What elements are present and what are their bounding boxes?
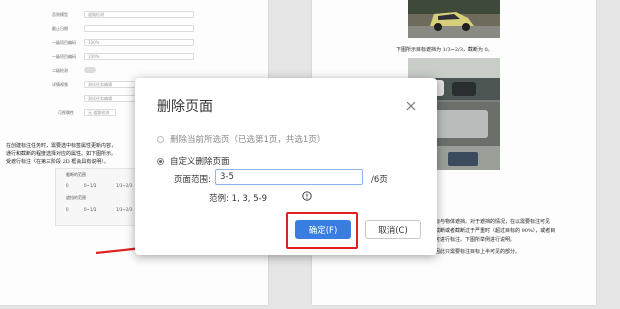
dialog-title: 删除页面 <box>157 99 213 115</box>
form-row-label: 详情视频 <box>52 82 68 87</box>
paragraph-line: ，因此只需要标注目标上半可见的部分。 <box>430 249 521 255</box>
form-row-value: 100% <box>88 54 100 59</box>
figure-caption: 下图所示目标遮挡为 1/3~2/3，截断为 0。 <box>396 47 493 53</box>
option-delete-current[interactable]: 删除当前所选页（已选第1页，共选1页） <box>157 133 325 145</box>
cancel-button[interactable]: 取消(C) <box>365 220 421 239</box>
panel-option: 0 <box>66 183 69 188</box>
attribute-panel: 截断的范围 0 0~1/3 1/3~2/3 遮挡的范围 0 0~1/3 1/3~… <box>55 168 137 226</box>
panel-row-title: 截断的范围 <box>66 172 86 177</box>
page-range-label: 页面范围: <box>174 175 211 185</box>
close-icon[interactable] <box>405 100 417 112</box>
confirm-button[interactable]: 确定(F) <box>295 220 351 239</box>
paragraph-line: ，截断或者截断过于严重时（超过目标的 90%），或者目 <box>430 228 556 234</box>
total-pages-label: /6页 <box>371 175 388 185</box>
panel-option: 0 <box>66 207 69 212</box>
form-row-value: 测试任务编辑 <box>88 82 112 87</box>
form-row-field <box>84 53 194 60</box>
car-photo-top <box>408 0 500 38</box>
delete-pages-dialog: 删除页面 删除当前所选页（已选第1页，共选1页） 自定义删除页面 页面范围: /… <box>135 78 437 255</box>
panel-option: 0~1/3 <box>84 183 97 188</box>
form-row-label: 截止日期 <box>52 26 68 31</box>
info-icon[interactable] <box>302 191 312 201</box>
paragraph-line: ，可进行标注。下图所举例进行说明。 <box>430 237 516 243</box>
form-row-label: 二级检测 <box>52 68 68 73</box>
panel-row-title: 遮挡的范围 <box>66 195 86 200</box>
car-photo-top-image <box>408 0 500 38</box>
radio-checked[interactable] <box>157 157 164 165</box>
paragraph-line: 受遮行标注（在第三阶段 2D 框会具有说明）。 <box>6 159 109 165</box>
form-row-label: 一级项目编码 <box>52 54 76 59</box>
form-row-field <box>84 25 194 32</box>
radio-unchecked[interactable] <box>157 135 164 143</box>
option-custom-delete-label: 自定义删除页面 <box>170 157 230 167</box>
example-hint: 范例: 1, 3, 5-9 <box>209 194 268 204</box>
form-row-label: 可视属性 <box>58 110 74 115</box>
paragraph-line: 目标与物体遮挡。对于遮挡的情况，在以需要标注可见 <box>430 219 551 225</box>
form-row-value: 道路检测 <box>88 12 104 17</box>
form-row-value: 无 道路检测 <box>88 110 110 115</box>
paragraph-line: 通行和截断的程度选择对应的属性。如下图所示。 <box>6 151 117 157</box>
panel-option: 1/3~2/3 <box>116 183 133 188</box>
form-row-value: 测试任务编辑 <box>88 96 112 101</box>
paragraph-line: 在创建标注任务时，需要选中标签属性更新内容， <box>6 143 117 149</box>
form-row-field <box>84 39 194 46</box>
option-custom-delete[interactable]: 自定义删除页面 <box>157 155 230 167</box>
option-delete-current-label: 删除当前所选页（已选第1页，共选1页） <box>170 135 326 145</box>
panel-option: 0~1/3 <box>84 207 97 212</box>
page-range-input[interactable] <box>215 169 363 185</box>
panel-option: 1/3~2/3 <box>116 207 133 212</box>
toggle-switch <box>84 67 96 73</box>
form-row-label: 否则模型 <box>52 12 68 17</box>
form-row-label: 一级项目编码 <box>52 40 76 45</box>
form-row-value: 100% <box>88 40 100 45</box>
